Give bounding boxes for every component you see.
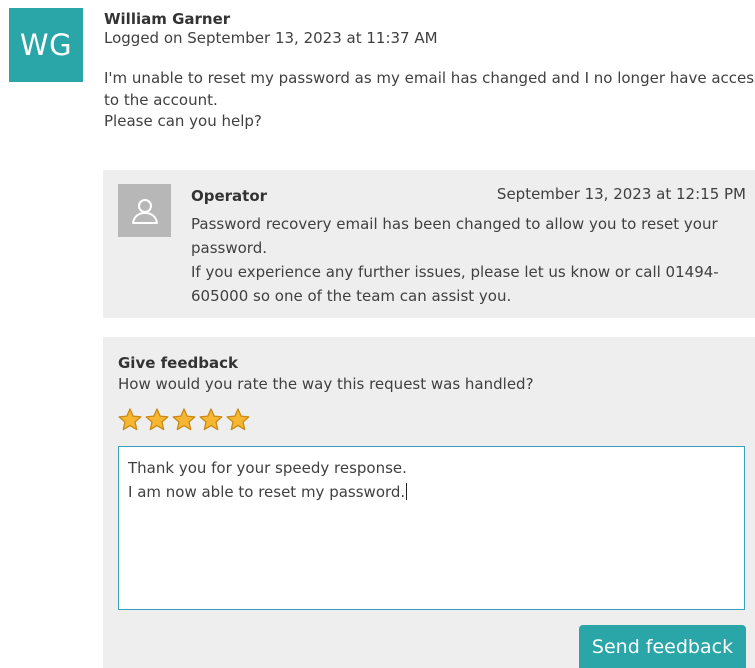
reply-line: 605000 so one of the team can assist you… <box>191 287 512 305</box>
ticket-message: I'm unable to reset my password as my em… <box>104 68 755 133</box>
feedback-text-line: I am now able to reset my password. <box>128 483 406 501</box>
reply-line: Password recovery email has been changed… <box>191 215 718 233</box>
operator-name: Operator <box>191 187 268 205</box>
feedback-heading: Give feedback <box>118 354 238 372</box>
star-icon[interactable] <box>144 407 170 433</box>
operator-reply: Operator September 13, 2023 at 12:15 PM … <box>103 170 755 318</box>
logged-timestamp: Logged on September 13, 2023 at 11:37 AM <box>104 29 438 47</box>
star-icon[interactable] <box>198 407 224 433</box>
avatar-initials: WG <box>19 28 73 62</box>
star-icon[interactable] <box>225 407 251 433</box>
reply-message: Password recovery email has been changed… <box>191 212 751 308</box>
feedback-textarea[interactable]: Thank you for your speedy response. I am… <box>118 446 745 610</box>
author-name: William Garner <box>104 10 231 28</box>
feedback-question: How would you rate the way this request … <box>118 375 534 393</box>
reply-timestamp: September 13, 2023 at 12:15 PM <box>496 185 746 203</box>
send-feedback-button[interactable]: Send feedback <box>579 625 746 668</box>
feedback-text-line: Thank you for your speedy response. <box>128 459 407 477</box>
user-icon <box>131 198 158 224</box>
star-rating[interactable] <box>117 407 251 433</box>
text-cursor <box>406 483 408 500</box>
operator-avatar <box>118 184 171 237</box>
message-line: Please can you help? <box>104 112 262 130</box>
user-avatar: WG <box>9 8 83 82</box>
message-line: I'm unable to reset my password as my em… <box>104 69 755 87</box>
star-icon[interactable] <box>117 407 143 433</box>
feedback-panel: Give feedback How would you rate the way… <box>103 337 755 668</box>
reply-line: password. <box>191 239 267 257</box>
reply-line: If you experience any further issues, pl… <box>191 263 719 281</box>
star-icon[interactable] <box>171 407 197 433</box>
message-line: to the account. <box>104 90 218 109</box>
